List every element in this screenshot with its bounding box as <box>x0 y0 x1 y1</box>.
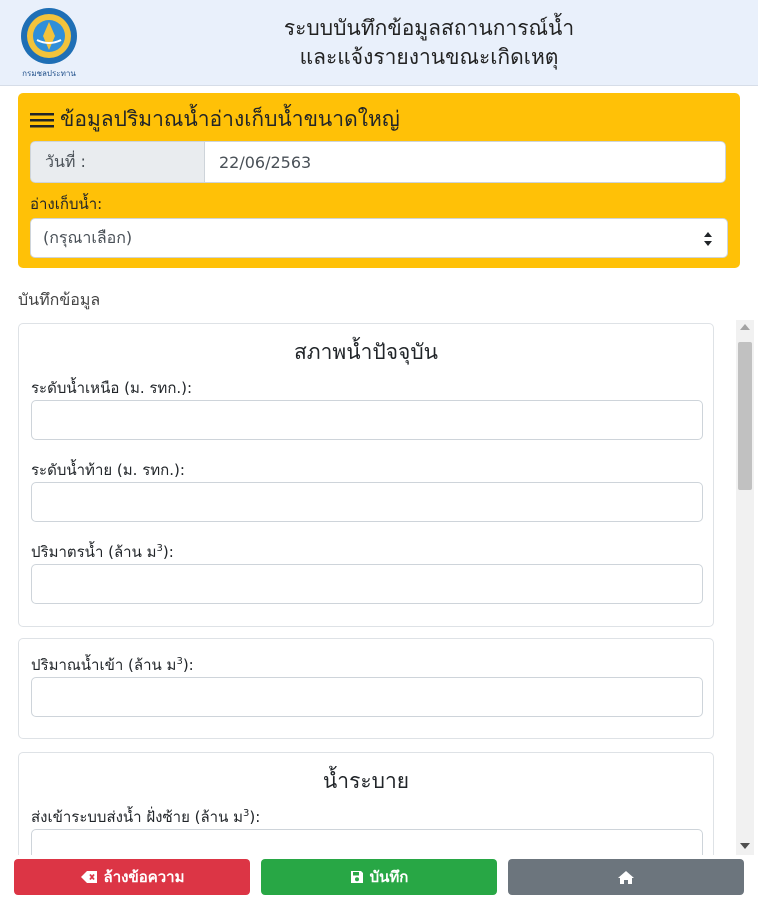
volume-label: ปริมาตรน้ำ (ล้าน ม3): <box>31 540 174 564</box>
reservoir-label: อ่างเก็บน้ำ: <box>30 195 103 213</box>
record-data-label: บันทึกข้อมูล <box>18 290 101 309</box>
date-label: วันที่ : <box>30 141 204 183</box>
home-button[interactable] <box>508 859 744 895</box>
page-title-line-1: ระบบบันทึกข้อมูลสถานการณ์น้ำ <box>283 16 575 40</box>
upstream-level-label: ระดับน้ำเหนือ (ม. รทก.): <box>31 376 192 400</box>
scroll-up-arrow[interactable] <box>740 324 750 330</box>
scrollbar-thumb[interactable] <box>738 342 752 490</box>
home-icon <box>618 870 634 884</box>
select-caret-icon <box>704 232 712 246</box>
form-scroll-area[interactable]: สภาพน้ำปัจจุบัน ระดับน้ำเหนือ (ม. รทก.):… <box>18 320 738 855</box>
volume-input[interactable] <box>31 564 703 604</box>
reservoir-select[interactable]: (กรุณาเลือก) <box>30 218 728 258</box>
downstream-level-input[interactable] <box>31 482 703 522</box>
inflow-card: ปริมาณน้ำเข้า (ล้าน ม3): <box>18 638 714 739</box>
date-field[interactable]: 22/06/2563 <box>204 141 726 183</box>
downstream-level-label: ระดับน้ำท้าย (ม. รทก.): <box>31 458 185 482</box>
clear-button[interactable]: ล้างข้อความ <box>14 859 250 895</box>
left-bank-release-label: ส่งเข้าระบบส่งน้ำ ฝั่งซ้าย (ล้าน ม3): <box>31 805 260 829</box>
save-button-label: บันทึก <box>369 868 409 886</box>
panel-title-text: ข้อมูลปริมาณน้ำอ่างเก็บน้ำขนาดใหญ่ <box>60 107 400 131</box>
logo-text: กรมชลประทาน <box>22 69 76 78</box>
volume-label-suffix: ): <box>162 543 174 561</box>
inflow-label: ปริมาณน้ำเข้า (ล้าน ม3): <box>31 653 194 677</box>
upstream-level-input[interactable] <box>31 400 703 440</box>
floppy-disk-icon <box>350 871 363 883</box>
app-header: กรมชลประทาน ระบบบันทึกข้อมูลสถานการณ์น้ำ… <box>0 0 758 86</box>
water-waves-icon <box>30 112 54 127</box>
page-title-line-2: และแจ้งรายงานขณะเกิดเหตุ <box>299 45 559 69</box>
inflow-label-prefix: ปริมาณน้ำเข้า (ล้าน ม <box>31 656 177 674</box>
current-water-card: สภาพน้ำปัจจุบัน ระดับน้ำเหนือ (ม. รทก.):… <box>18 323 714 627</box>
release-title: น้ำระบาย <box>322 769 410 793</box>
date-input-group: วันที่ : 22/06/2563 <box>30 141 726 183</box>
volume-label-prefix: ปริมาตรน้ำ (ล้าน ม <box>31 543 157 561</box>
save-button[interactable]: บันทึก <box>261 859 497 895</box>
scrollbar[interactable] <box>736 320 754 855</box>
action-bar: ล้างข้อความ บันทึก <box>0 856 758 900</box>
royal-irrigation-logo: กรมชลประทาน <box>21 8 77 78</box>
left-bank-label-prefix: ส่งเข้าระบบส่งน้ำ ฝั่งซ้าย (ล้าน ม <box>31 808 244 826</box>
current-water-title: สภาพน้ำปัจจุบัน <box>293 340 439 364</box>
inflow-label-suffix: ): <box>182 656 194 674</box>
page-title: ระบบบันทึกข้อมูลสถานการณ์น้ำ และแจ้งรายง… <box>130 14 728 72</box>
inflow-input[interactable] <box>31 677 703 717</box>
clear-button-label: ล้างข้อความ <box>103 868 185 886</box>
scroll-down-arrow[interactable] <box>740 843 750 849</box>
eraser-icon <box>80 871 97 883</box>
left-bank-label-suffix: ): <box>249 808 261 826</box>
reservoir-info-panel: ข้อมูลปริมาณน้ำอ่างเก็บน้ำขนาดใหญ่ วันที… <box>18 93 740 268</box>
upstream-level-label-text: ระดับน้ำเหนือ (ม. รทก.): <box>31 379 193 397</box>
left-bank-release-input[interactable] <box>31 829 703 855</box>
release-card: น้ำระบาย ส่งเข้าระบบส่งน้ำ ฝั่งซ้าย (ล้า… <box>18 752 714 855</box>
downstream-level-label-text: ระดับน้ำท้าย (ม. รทก.): <box>31 461 185 479</box>
reservoir-select-value: (กรุณาเลือก) <box>43 227 133 247</box>
panel-title: ข้อมูลปริมาณน้ำอ่างเก็บน้ำขนาดใหญ่ <box>30 103 400 136</box>
